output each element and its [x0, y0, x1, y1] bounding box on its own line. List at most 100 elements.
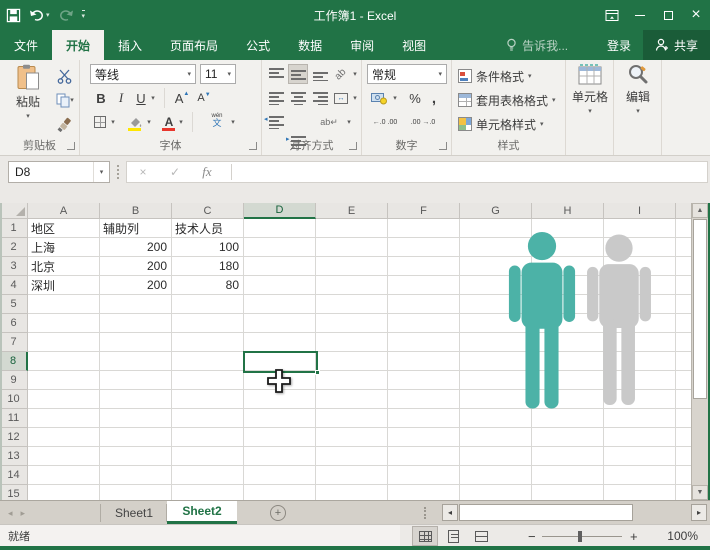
cell-B10[interactable]	[100, 390, 172, 409]
cell-I11[interactable]	[604, 409, 676, 428]
sheet-tab-sheet2[interactable]: Sheet2	[167, 501, 237, 524]
cell-I13[interactable]	[604, 447, 676, 466]
formula-bar-splitter[interactable]	[117, 165, 119, 179]
cell-C11[interactable]	[172, 409, 244, 428]
page-break-view-button[interactable]	[468, 526, 494, 546]
cell-E10[interactable]	[316, 390, 388, 409]
wrap-text-dropdown-arrow[interactable]: ▾	[344, 112, 354, 132]
cell-E6[interactable]	[316, 314, 388, 333]
underline-dropdown-arrow[interactable]: ▾	[148, 88, 158, 108]
cell-E11[interactable]	[316, 409, 388, 428]
undo-dropdown-arrow[interactable]: ▾	[46, 11, 50, 19]
tab-formulas[interactable]: 公式	[232, 30, 284, 60]
copy-dropdown-arrow[interactable]: ▾	[70, 96, 74, 104]
cell-I12[interactable]	[604, 428, 676, 447]
cell-E9[interactable]	[316, 371, 388, 390]
cell-C6[interactable]	[172, 314, 244, 333]
save-button[interactable]	[6, 8, 21, 23]
cell-E12[interactable]	[316, 428, 388, 447]
cell-B5[interactable]	[100, 295, 172, 314]
cell-C2[interactable]: 100	[172, 238, 244, 257]
row-header-5[interactable]: 5	[0, 295, 28, 314]
shrink-font-button[interactable]: A▼	[194, 88, 214, 108]
comma-style-button[interactable]: ,	[426, 88, 442, 108]
cell-F13[interactable]	[388, 447, 460, 466]
row-header-6[interactable]: 6	[0, 314, 28, 333]
cell-H11[interactable]	[532, 409, 604, 428]
cell-F6[interactable]	[388, 314, 460, 333]
tell-me-box[interactable]: 告诉我...	[506, 30, 568, 60]
zoom-in-button[interactable]: +	[630, 525, 638, 547]
scroll-down-arrow[interactable]: ▼	[692, 485, 708, 500]
cells-button[interactable]: 单元格 ▾	[568, 64, 612, 140]
zoom-out-button[interactable]: −	[528, 525, 536, 547]
cell-D7[interactable]	[244, 333, 316, 352]
share-button[interactable]: 共享	[643, 30, 710, 60]
cell-D6[interactable]	[244, 314, 316, 333]
cell-C9[interactable]	[172, 371, 244, 390]
borders-dropdown-arrow[interactable]: ▾	[108, 112, 118, 132]
cell-H12[interactable]	[532, 428, 604, 447]
cell-G12[interactable]	[460, 428, 532, 447]
cell-C1[interactable]: 技术人员	[172, 219, 244, 238]
cell-G11[interactable]	[460, 409, 532, 428]
percent-style-button[interactable]: %	[406, 88, 424, 108]
decrease-indent-button[interactable]: ◂	[266, 112, 286, 132]
font-color-dropdown-arrow[interactable]: ▾	[176, 112, 186, 132]
cell-B6[interactable]	[100, 314, 172, 333]
cell-F3[interactable]	[388, 257, 460, 276]
align-middle-button[interactable]	[288, 64, 308, 84]
conditional-formatting-button[interactable]: 条件格式 ▾	[458, 66, 532, 86]
wrap-text-button[interactable]: ab↵	[316, 112, 342, 132]
cell-F7[interactable]	[388, 333, 460, 352]
sign-in-button[interactable]: 登录	[595, 37, 643, 54]
cut-button[interactable]	[52, 66, 76, 86]
conditional-formatting-dropdown-arrow[interactable]: ▾	[528, 72, 532, 80]
number-format-dropdown-arrow[interactable]: ▾	[438, 70, 442, 78]
cell-A15[interactable]	[28, 485, 100, 500]
paste-dropdown-arrow[interactable]: ▾	[26, 112, 30, 120]
row-header-13[interactable]: 13	[0, 447, 28, 466]
editing-button[interactable]: 编辑 ▾	[616, 64, 660, 140]
cell-C7[interactable]	[172, 333, 244, 352]
grow-font-button[interactable]: A▲	[172, 88, 192, 108]
cell-C10[interactable]	[172, 390, 244, 409]
insert-function-button[interactable]: fx	[191, 164, 223, 180]
borders-button[interactable]	[92, 112, 108, 132]
row-header-12[interactable]: 12	[0, 428, 28, 447]
accounting-dropdown-arrow[interactable]: ▾	[390, 88, 400, 108]
tab-file[interactable]: 文件	[0, 30, 52, 60]
format-painter-button[interactable]	[52, 114, 76, 134]
cell-D2[interactable]	[244, 238, 316, 257]
cell-C15[interactable]	[172, 485, 244, 500]
page-layout-view-button[interactable]	[440, 526, 466, 546]
cell-H14[interactable]	[532, 466, 604, 485]
teal-person-graphic[interactable]	[506, 230, 578, 411]
cell-D11[interactable]	[244, 409, 316, 428]
cell-C4[interactable]: 80	[172, 276, 244, 295]
fill-handle[interactable]	[315, 370, 320, 375]
cell-D3[interactable]	[244, 257, 316, 276]
cell-G13[interactable]	[460, 447, 532, 466]
cell-F8[interactable]	[388, 352, 460, 371]
redo-button[interactable]	[58, 8, 74, 22]
cell-E2[interactable]	[316, 238, 388, 257]
cell-B3[interactable]: 200	[100, 257, 172, 276]
tab-page-layout[interactable]: 页面布局	[156, 30, 232, 60]
cell-B14[interactable]	[100, 466, 172, 485]
cell-A2[interactable]: 上海	[28, 238, 100, 257]
cell-D5[interactable]	[244, 295, 316, 314]
hscroll-right-arrow[interactable]: ▸	[691, 504, 707, 521]
ribbon-display-options-button[interactable]	[598, 0, 626, 30]
maximize-button[interactable]	[654, 0, 682, 30]
align-center-button[interactable]	[288, 88, 308, 108]
sheet-nav-right-icon[interactable]: ▸	[21, 508, 26, 519]
format-as-table-dropdown-arrow[interactable]: ▾	[552, 96, 556, 104]
enter-button[interactable]: ✓	[159, 165, 191, 179]
cell-A5[interactable]	[28, 295, 100, 314]
cell-H13[interactable]	[532, 447, 604, 466]
cell-A12[interactable]	[28, 428, 100, 447]
cell-B4[interactable]: 200	[100, 276, 172, 295]
cell-A13[interactable]	[28, 447, 100, 466]
merge-center-button[interactable]: ↔	[332, 88, 350, 108]
